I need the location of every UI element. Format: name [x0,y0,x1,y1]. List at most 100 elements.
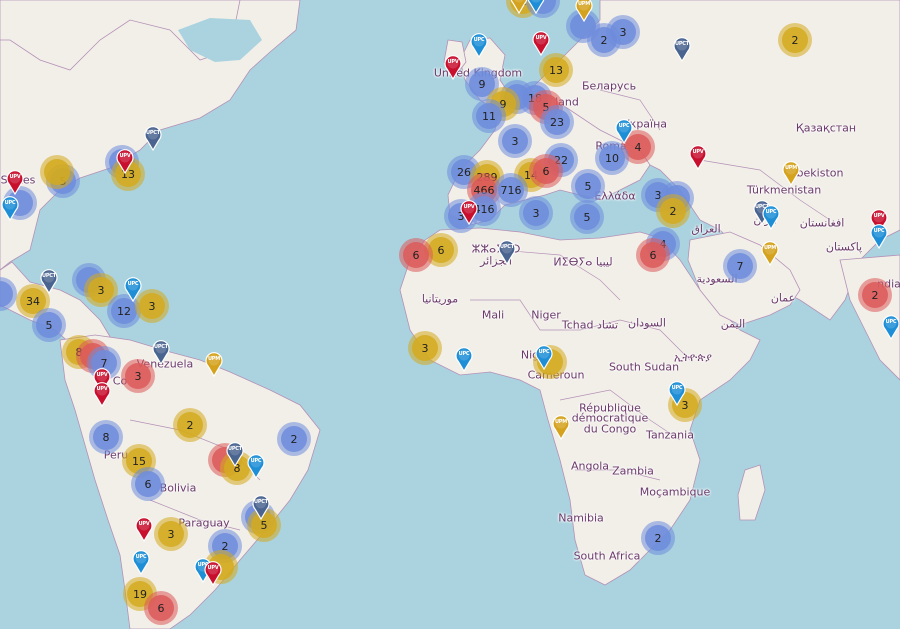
cluster-marker[interactable]: 23 [540,105,574,139]
cluster-marker[interactable] [40,155,74,189]
map-pin-marker[interactable]: UPM [552,414,570,440]
cluster-count: 3 [610,19,636,45]
pin-label: UPCT [41,273,56,279]
cluster-marker[interactable]: 10 [595,141,629,175]
pin-label: UPCT [153,344,168,350]
cluster-marker[interactable]: 6 [529,154,563,188]
cluster-marker[interactable]: 5 [570,200,604,234]
map-pin-marker[interactable]: UPM [510,0,528,14]
pin-label: UPC [135,554,147,560]
cluster-count: 6 [148,595,174,621]
cluster-marker[interactable]: 6 [144,591,178,625]
map-pin-marker[interactable]: UPV [116,148,134,174]
map-pin-marker[interactable]: UPC [870,223,888,249]
map-pin-icon [152,340,170,365]
map-pin-icon [782,161,800,186]
map-pin-icon [527,0,545,14]
cluster-count: 6 [403,242,429,268]
cluster-count: 5 [36,312,62,338]
map-pin-icon [510,0,528,14]
pin-label: UPV [96,386,108,392]
cluster-marker[interactable]: 6 [399,238,433,272]
map-pin-icon [226,442,244,467]
map-pin-marker[interactable]: UPV [204,560,222,586]
map-pin-marker[interactable]: UPV [93,381,111,407]
pin-label: UPC [250,458,262,464]
cluster-marker[interactable]: 6 [636,238,670,272]
cluster-count: 2 [660,198,686,224]
map-pin-marker[interactable]: UPCT [144,125,162,151]
pin-label: UPC [765,209,777,215]
cluster-marker[interactable]: 5 [571,169,605,203]
map-pin-marker[interactable]: UPC [535,344,553,370]
pin-label: UPV [96,372,108,378]
cluster-marker[interactable]: 2 [641,521,675,555]
map-pin-marker[interactable]: UPV [689,144,707,170]
pin-label: UPCT [145,130,160,136]
cluster-count [44,159,70,185]
map-pin-marker[interactable]: UPC [615,118,633,144]
pin-label: UPCT [499,244,514,250]
cluster-marker[interactable]: 2 [173,408,207,442]
cluster-marker[interactable]: 2 [656,194,690,228]
pin-label: UPM [763,245,777,251]
map-pin-marker[interactable]: UPV [444,54,462,80]
map-pin-icon [6,170,24,195]
world-map[interactable]: United KingdomlandБеларусьУкраїнаҚазақст… [0,0,900,629]
map-pin-icon [444,55,462,80]
map-pin-marker[interactable]: UPCT [40,268,58,294]
cluster-marker[interactable]: 3 [154,517,188,551]
map-pin-icon [132,550,150,575]
map-pin-icon [1,196,19,221]
cluster-marker[interactable]: 3 [498,124,532,158]
map-pin-marker[interactable]: UPC [762,204,780,230]
map-pin-marker[interactable]: UPV [460,199,478,225]
map-pin-marker[interactable]: UPM [782,160,800,186]
map-pin-marker[interactable]: UPCT [252,494,270,520]
map-pin-icon [761,241,779,266]
cluster-marker[interactable]: 3 [606,15,640,49]
map-pin-marker[interactable]: UPCT [673,36,691,62]
map-pin-marker[interactable]: UPCT [226,441,244,467]
map-pin-marker[interactable]: UPC [247,453,265,479]
cluster-marker[interactable]: 7 [723,249,757,283]
pin-label: UPCT [253,499,268,505]
map-pin-marker[interactable]: UPC [668,380,686,406]
cluster-marker[interactable]: 8 [89,420,123,454]
pin-label: UPM [207,356,221,362]
cluster-marker[interactable]: 3 [519,196,553,230]
cluster-marker[interactable]: 5 [32,308,66,342]
map-pin-marker[interactable]: UPC [124,276,142,302]
map-pin-marker[interactable]: UPV [532,30,550,56]
cluster-marker[interactable]: 6 [131,467,165,501]
map-pin-marker[interactable]: UPC [455,346,473,372]
pin-label: UPM [554,419,568,425]
pin-label: UPV [873,213,885,219]
cluster-marker[interactable]: 2 [277,422,311,456]
map-pin-marker[interactable]: UPCT [152,339,170,365]
cluster-marker[interactable]: 2 [858,278,892,312]
map-pin-marker[interactable] [527,0,545,14]
map-pin-marker[interactable]: UPCT [498,239,516,265]
cluster-marker[interactable]: 3 [408,331,442,365]
cluster-count: 2 [645,525,671,551]
map-pin-marker[interactable]: UPM [575,0,593,22]
map-pin-icon [673,37,691,62]
cluster-count: 6 [640,242,666,268]
map-pin-marker[interactable]: UPC [132,549,150,575]
map-pin-marker[interactable]: UPC [882,314,900,340]
cluster-count: 716 [498,177,524,203]
map-pin-marker[interactable]: UPC [1,195,19,221]
map-pin-marker[interactable]: UPV [135,516,153,542]
cluster-marker[interactable]: 3 [121,359,155,393]
map-pin-marker[interactable]: UPM [205,351,223,377]
pin-label: UPC [458,351,470,357]
cluster-marker[interactable]: 13 [539,53,573,87]
map-pin-icon [247,454,265,479]
map-pin-marker[interactable]: UPV [6,169,24,195]
cluster-marker[interactable]: 11 [472,99,506,133]
map-pin-marker[interactable]: UPM [761,240,779,266]
cluster-marker[interactable]: 2 [778,23,812,57]
map-pin-marker[interactable]: UPC [470,32,488,58]
cluster-count: 3 [158,521,184,547]
